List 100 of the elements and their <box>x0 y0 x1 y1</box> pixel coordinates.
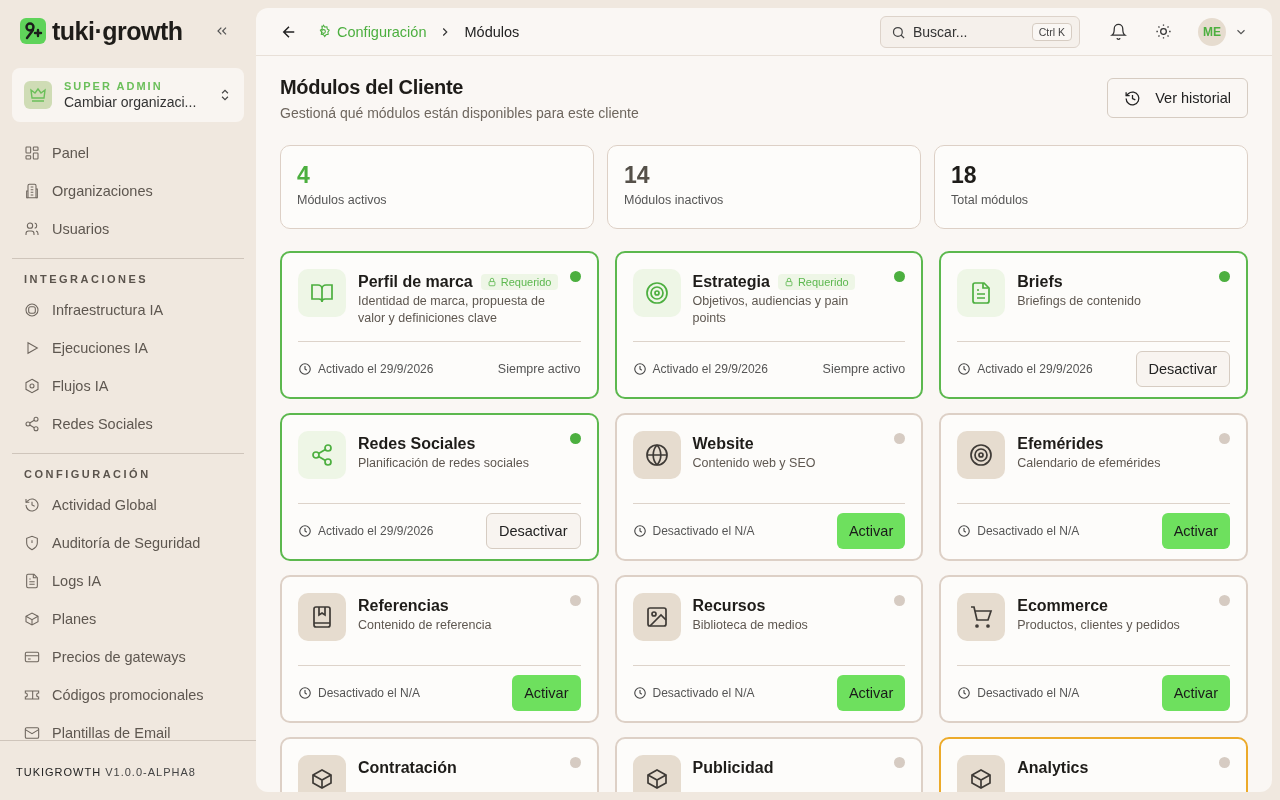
section-heading: INTEGRACIONES <box>23 272 150 287</box>
brand-name: tuki·growth <box>52 16 183 46</box>
hexagon-icon <box>24 378 40 394</box>
clock-icon <box>957 362 972 376</box>
card-icon <box>24 649 40 665</box>
stat-label: Total módulos <box>951 193 1030 207</box>
module-description: Calendario de efemérides <box>1017 455 1162 472</box>
status-text: Activado el 29/9/2026 <box>632 362 768 376</box>
building-icon <box>24 183 40 199</box>
status-text: Desactivado el N/A <box>957 524 1080 538</box>
clock-icon <box>957 686 972 700</box>
module-title: Analytics <box>1017 759 1089 777</box>
breadcrumb-link[interactable]: Módulos <box>464 23 520 40</box>
deactivate-button[interactable]: Desactivar <box>486 513 581 549</box>
target-icon <box>632 269 681 317</box>
activate-button[interactable]: Activar <box>512 675 581 711</box>
nav-item[interactable]: Usuarios <box>0 210 256 248</box>
module-description: Briefings de contenido <box>1017 293 1142 310</box>
shield-icon <box>24 535 40 551</box>
nav-item[interactable]: Ejecuciones IA <box>0 329 256 367</box>
status-text: Activado el 29/9/2026 <box>957 362 1093 376</box>
required-badge: Requerido <box>777 274 855 290</box>
module-description: Objetivos, audiencias y pain points <box>692 293 850 327</box>
nav-item[interactable]: Logs IA <box>0 562 256 600</box>
nav-item[interactable]: Panel <box>0 134 256 172</box>
nav-item[interactable]: Flujos IA <box>0 367 256 405</box>
stat-value: 14 <box>624 164 651 187</box>
module-description: Biblioteca de medios <box>692 617 809 634</box>
nav-item[interactable]: Precios de gateways <box>0 638 256 676</box>
nav-item[interactable]: Infraestructura IA <box>0 291 256 329</box>
organization-switcher[interactable]: SUPER ADMIN Cambiar organizaci... <box>12 68 244 122</box>
share-icon <box>24 416 40 432</box>
clock-icon <box>298 362 312 376</box>
module-description: Planificación de redes sociales <box>358 455 530 472</box>
module-description: Contenido web y SEO <box>692 455 817 472</box>
module-description: Identidad de marca, propuesta de valor y definiciones clave <box>358 293 546 327</box>
module-title: Efemérides <box>1017 435 1104 453</box>
box-icon <box>24 611 40 627</box>
always-active-note: Siempre activo <box>822 362 906 376</box>
target-icon <box>957 431 1006 479</box>
grid-icon <box>24 145 40 161</box>
deactivate-button[interactable]: Desactivar <box>1135 351 1230 387</box>
nav-item[interactable]: Redes Sociales <box>0 405 256 443</box>
clock-icon <box>957 524 972 538</box>
page-title: Módulos del Cliente <box>280 76 465 99</box>
document-icon <box>24 573 40 589</box>
activate-button[interactable]: Activar <box>1161 675 1230 711</box>
sun-icon[interactable] <box>1155 23 1172 40</box>
required-badge: Requerido <box>480 274 558 290</box>
users-icon <box>24 221 40 237</box>
module-title: Referencias <box>358 597 449 615</box>
activate-button[interactable]: Activar <box>836 675 906 711</box>
history-icon <box>24 497 40 513</box>
module-title: Ecommerce <box>1017 597 1108 615</box>
status-text: Desactivado el N/A <box>632 524 755 538</box>
clock-icon <box>298 524 312 538</box>
module-title: Perfil de marca <box>358 273 473 291</box>
chip-icon <box>24 302 40 318</box>
bookmark-icon <box>298 593 346 641</box>
nav-item[interactable]: Organizaciones <box>0 172 256 210</box>
bell-icon[interactable] <box>1110 23 1127 40</box>
always-active-note: Siempre activo <box>497 362 581 376</box>
module-description: Productos, clientes y pedidos <box>1017 617 1181 634</box>
clock-icon <box>298 686 312 700</box>
logo-icon <box>20 18 46 44</box>
search-icon <box>891 24 906 40</box>
clock-icon <box>632 524 647 538</box>
section-heading: CONFIGURACIÓN <box>23 467 152 482</box>
crown-icon <box>24 81 52 109</box>
cart-icon <box>957 593 1006 641</box>
module-description: Contenido de referencia <box>358 617 493 634</box>
status-text: Activado el 29/9/2026 <box>298 362 434 376</box>
module-title: Recursos <box>692 597 766 615</box>
stat-value: 18 <box>951 164 978 187</box>
stat-label: Módulos activos <box>297 193 388 207</box>
page-subtitle: Gestioná qué módulos están disponibles para este cliente <box>280 105 639 121</box>
nav-item[interactable]: Códigos promocionales <box>0 676 256 714</box>
nav-item[interactable]: Auditoría de Seguridad <box>0 524 256 562</box>
nav-item[interactable]: Actividad Global <box>0 486 256 524</box>
status-text: Desactivado el N/A <box>632 686 755 700</box>
module-title: Contratación <box>358 759 457 777</box>
history-button[interactable]: Ver historial <box>1107 78 1248 118</box>
share-icon <box>298 431 346 479</box>
module-title: Briefs <box>1017 273 1063 291</box>
clock-icon <box>632 686 647 700</box>
version-label: TUKIGROWTH V1.0.0-ALPHA8 <box>16 766 196 778</box>
status-text: Desactivado el N/A <box>957 686 1080 700</box>
nav-item[interactable]: Planes <box>0 600 256 638</box>
activate-button[interactable]: Activar <box>1161 513 1230 549</box>
nav-item[interactable]: Plantillas de Email <box>0 714 256 740</box>
activate-button[interactable]: Activar <box>836 513 906 549</box>
play-icon <box>24 340 40 356</box>
stat-value: 4 <box>297 164 311 187</box>
clock-icon <box>632 362 647 376</box>
module-title: Website <box>692 435 754 453</box>
ticket-icon <box>24 687 40 703</box>
lock-icon <box>486 277 497 287</box>
status-text: Desactivado el N/A <box>298 686 421 700</box>
box-icon <box>957 755 1006 792</box>
document-icon <box>957 269 1006 317</box>
